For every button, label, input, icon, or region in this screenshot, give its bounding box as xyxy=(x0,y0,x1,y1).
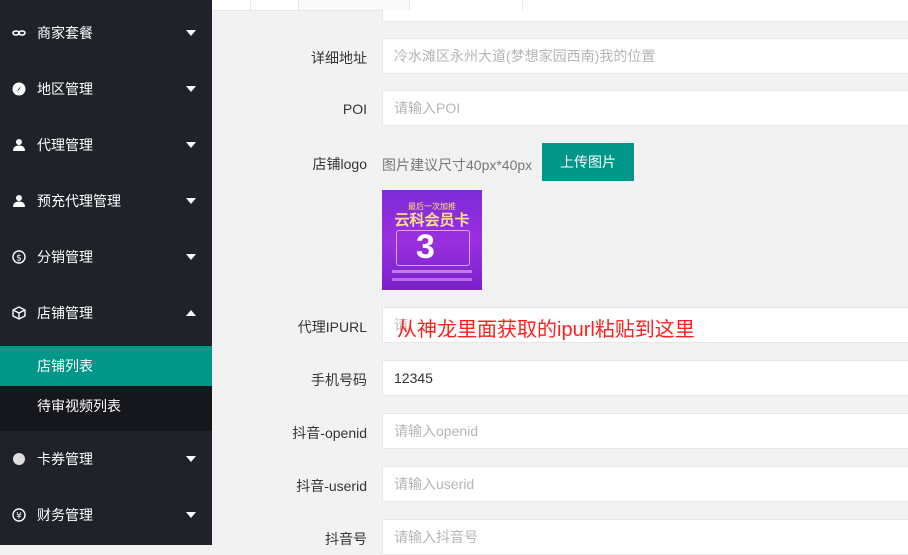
submenu-item-store-list[interactable]: 店铺列表 xyxy=(0,346,212,386)
address-input[interactable]: 冷水滩区永州大道(梦想家园西南)我的位置 xyxy=(382,38,908,74)
logo-label: 店铺logo xyxy=(312,156,367,172)
submenu-item-pending-videos[interactable]: 待审视频列表 xyxy=(0,386,212,426)
sidebar: 商家套餐 地区管理 代理管理 预充代理管理 $ 分销管理 店铺管理 店铺列表 待… xyxy=(0,0,212,545)
chevron-down-icon xyxy=(186,254,196,260)
logo-image-title: 云科会员卡 xyxy=(394,212,470,229)
chevron-down-icon xyxy=(186,30,196,36)
svg-text:$: $ xyxy=(16,254,22,264)
chevron-down-icon xyxy=(186,142,196,148)
poi-input[interactable]: 请输入POI xyxy=(382,90,908,126)
logo-image-number: 3 xyxy=(416,228,435,266)
previous-field-input[interactable] xyxy=(382,10,908,22)
chevron-down-icon xyxy=(186,512,196,518)
logo-image-line xyxy=(392,278,472,281)
user-icon xyxy=(12,194,26,208)
sidebar-item-distribution[interactable]: $ 分销管理 xyxy=(0,229,212,285)
upload-image-button[interactable]: 上传图片 xyxy=(542,143,634,181)
sidebar-item-agent[interactable]: 代理管理 xyxy=(0,117,212,173)
chevron-up-icon xyxy=(186,310,196,316)
sidebar-item-finance[interactable]: ¥ 财务管理 xyxy=(0,487,212,543)
logo-image-line xyxy=(392,270,472,273)
douyin-label: 抖音号 xyxy=(325,531,367,547)
submenu-item-label: 店铺列表 xyxy=(37,358,93,374)
main-content xyxy=(212,0,908,545)
cube-icon xyxy=(12,306,26,320)
userid-label: 抖音-userid xyxy=(296,478,367,494)
user-icon xyxy=(12,138,26,152)
poi-label: POI xyxy=(342,101,367,117)
compass-icon xyxy=(12,82,26,96)
sidebar-item-coupon[interactable]: 卡券管理 xyxy=(0,431,212,487)
ipurl-label: 代理IPURL xyxy=(297,319,367,335)
chevron-down-icon xyxy=(186,86,196,92)
store-submenu: 店铺列表 待审视频列表 xyxy=(0,346,212,431)
openid-label: 抖音-openid xyxy=(292,425,367,441)
openid-input[interactable]: 请输入openid xyxy=(382,413,908,449)
sidebar-item-label: 卡券管理 xyxy=(37,451,93,467)
tab[interactable] xyxy=(251,0,299,10)
phone-input[interactable]: 12345 xyxy=(382,360,908,396)
sidebar-item-label: 财务管理 xyxy=(37,507,93,523)
svg-text:¥: ¥ xyxy=(16,512,22,522)
annotation-text: 从神龙里面获取的ipurl粘贴到这里 xyxy=(397,319,695,341)
sidebar-item-label: 预充代理管理 xyxy=(37,193,121,209)
sidebar-item-region[interactable]: 地区管理 xyxy=(0,61,212,117)
tab[interactable] xyxy=(299,0,410,10)
address-label: 详细地址 xyxy=(311,50,367,66)
sidebar-item-label: 商家套餐 xyxy=(37,25,93,41)
sidebar-item-label: 分销管理 xyxy=(37,249,93,265)
chevron-down-icon xyxy=(186,456,196,462)
yen-icon: ¥ xyxy=(12,508,26,522)
circle-icon xyxy=(12,452,26,466)
sidebar-item-label: 店铺管理 xyxy=(37,305,93,321)
sidebar-item-prepaid-agent[interactable]: 预充代理管理 xyxy=(0,173,212,229)
sidebar-item-store[interactable]: 店铺管理 xyxy=(0,285,212,341)
dollar-icon: $ xyxy=(12,250,26,264)
tab[interactable] xyxy=(410,0,523,10)
tab[interactable] xyxy=(212,0,251,10)
chevron-down-icon xyxy=(186,198,196,204)
store-logo-image: 最后一次加推 云科会员卡 3 xyxy=(382,190,482,290)
phone-label: 手机号码 xyxy=(311,372,367,388)
sidebar-item-label: 地区管理 xyxy=(37,81,93,97)
sidebar-item-merchant-package[interactable]: 商家套餐 xyxy=(0,5,212,61)
sidebar-item-label: 代理管理 xyxy=(37,137,93,153)
logo-size-hint: 图片建议尺寸40px*40px xyxy=(382,157,533,173)
submenu-item-label: 待审视频列表 xyxy=(37,398,121,414)
userid-input[interactable]: 请输入userid xyxy=(382,466,908,502)
link-icon xyxy=(12,26,26,40)
douyin-input[interactable]: 请输入抖音号 xyxy=(382,519,908,555)
